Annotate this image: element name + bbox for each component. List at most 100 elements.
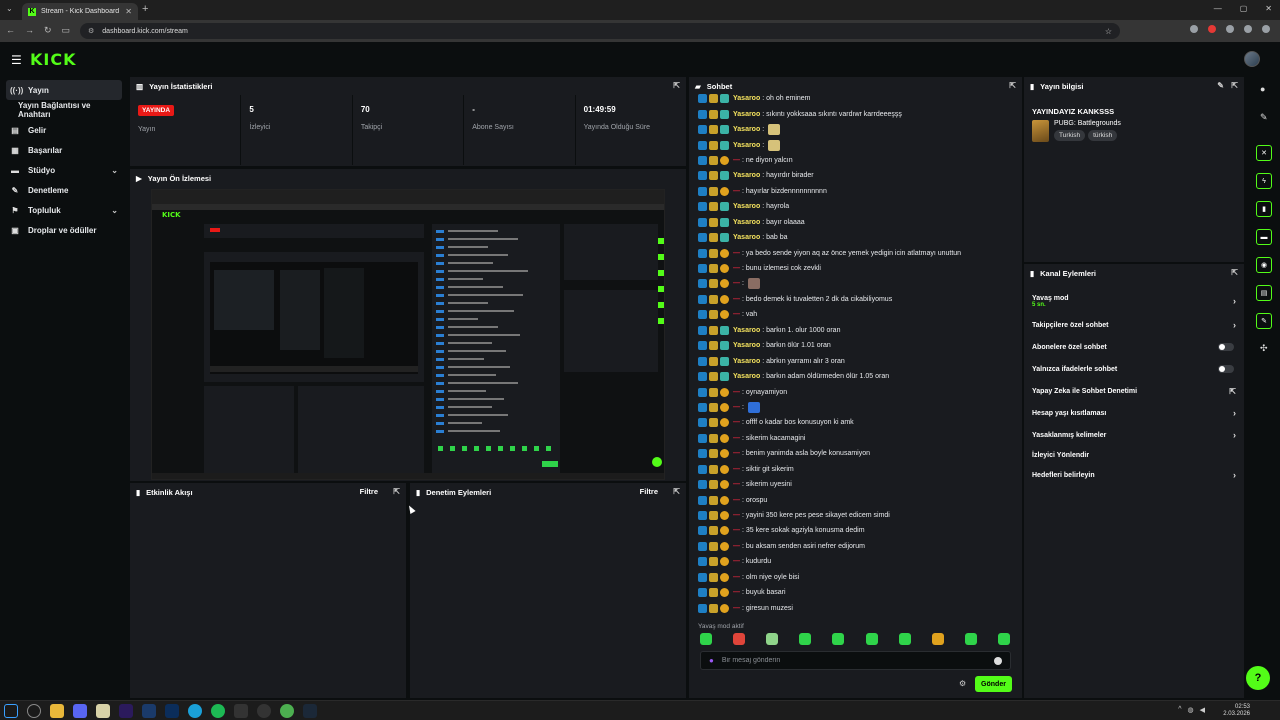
tool-button-4[interactable]: ▬ (1256, 229, 1272, 245)
chrome-icon[interactable] (280, 704, 294, 718)
kick-logo[interactable]: KICK (30, 50, 77, 69)
chat-username[interactable]: Yasaroo (733, 342, 760, 349)
chat-message[interactable]: —: sikerim kacamagini (698, 431, 1016, 446)
file-explorer-icon[interactable] (50, 704, 64, 718)
chat-username[interactable]: — (733, 512, 740, 519)
chat-username[interactable]: — (733, 250, 740, 257)
popout-icon[interactable]: ⇱ (1231, 81, 1238, 90)
chat-username[interactable]: — (733, 157, 740, 164)
tool-button-7[interactable]: ✎ (1256, 313, 1272, 329)
chat-message[interactable]: —: vah (698, 307, 1016, 322)
steam-icon[interactable] (303, 704, 317, 718)
chat-message[interactable]: —: yayini 350 kere pes pese sikayet edic… (698, 508, 1016, 523)
action-followers-only[interactable]: Takipçilere özel sohbet › (1024, 314, 1244, 336)
filter-button[interactable]: Filtre (640, 487, 658, 496)
app-icon[interactable] (96, 704, 110, 718)
chat-message[interactable]: Yasaroo: hayırdır birader (698, 168, 1016, 183)
chat-message[interactable]: —: buyuk basari (698, 585, 1016, 600)
tool-button-6[interactable]: ▤ (1256, 285, 1272, 301)
emote-icon[interactable] (766, 633, 779, 645)
emote-icon[interactable] (700, 633, 712, 645)
side-panel-icon[interactable]: ▭ (62, 25, 71, 36)
chat-message[interactable]: —: kudurdu (698, 554, 1016, 569)
chat-input-box[interactable]: ● (700, 651, 1011, 670)
menu-icon[interactable]: ☰ (11, 53, 22, 67)
chat-message[interactable]: Yasaroo: bayır olaaaa (698, 215, 1016, 230)
chat-message[interactable]: —: (698, 276, 1016, 291)
chat-message[interactable]: Yasaroo: barkın 1. olur 1000 oran (698, 323, 1016, 338)
popout-icon[interactable]: ⇱ (1231, 268, 1238, 277)
emoji-picker-icon[interactable] (994, 656, 1002, 665)
chat-message[interactable]: —: oynayamiyon (698, 384, 1016, 399)
action-slow-mode[interactable]: Yavaş mod 5 sn. › (1024, 288, 1244, 314)
avatar[interactable] (1244, 51, 1260, 67)
chat-username[interactable]: — (733, 435, 740, 442)
emotes-only-toggle[interactable] (1218, 365, 1234, 373)
chat-message[interactable]: —: olm niye oyle bisi (698, 570, 1016, 585)
chat-username[interactable]: Yasaroo (733, 358, 760, 365)
stream-preview-video[interactable]: KICK (151, 189, 665, 480)
chat-username[interactable]: — (733, 419, 740, 426)
sidebar-item-yayin[interactable]: ((·)) Yayın (6, 80, 122, 100)
chat-message[interactable]: —: ya bedo sende yiyon aq az önce yemek … (698, 245, 1016, 260)
extension-icon[interactable] (1208, 25, 1216, 33)
chat-username[interactable]: Yasaroo (733, 172, 760, 179)
chat-username[interactable]: — (733, 311, 740, 318)
chat-message[interactable]: —: (698, 400, 1016, 415)
chat-username[interactable]: — (733, 574, 740, 581)
chat-message[interactable]: —: ne diyon yalcın (698, 153, 1016, 168)
sidebar-item-gelir[interactable]: ▤ Gelir (0, 120, 128, 140)
chat-username[interactable]: Yasaroo (733, 373, 760, 380)
tool-button-1[interactable]: ✕ (1256, 145, 1272, 161)
action-banned-words[interactable]: Yasaklanmış kelimeler › (1024, 424, 1244, 446)
chat-message[interactable]: —: benim yanimda asla boyle konusamiyon (698, 446, 1016, 461)
chat-message[interactable]: Yasaroo: hayrola (698, 199, 1016, 214)
popout-icon[interactable]: ⇱ (673, 487, 680, 496)
reload-icon[interactable]: ↻ (44, 25, 52, 36)
network-icon[interactable]: ◍ (1188, 706, 1194, 714)
chat-username[interactable]: Yasaroo (733, 126, 760, 133)
photoshop-icon[interactable] (165, 704, 179, 718)
sidebar-item-stream-key[interactable]: Yayın Bağlantısı ve Anahtarı (0, 100, 128, 120)
new-tab-button[interactable]: + (142, 3, 148, 15)
chat-settings-gear-icon[interactable]: ⚙ (959, 679, 966, 688)
chat-username[interactable]: — (733, 543, 740, 550)
emote-icon[interactable] (997, 633, 1010, 645)
send-button[interactable]: Gönder (975, 676, 1012, 692)
emote-icon[interactable] (931, 633, 944, 645)
chat-username[interactable]: Yasaroo (733, 111, 760, 118)
chat-username[interactable]: — (733, 605, 740, 612)
puzzle-icon[interactable]: ✣ (1260, 343, 1268, 354)
chat-username[interactable]: Yasaroo (733, 203, 760, 210)
chat-username[interactable]: — (733, 589, 740, 596)
chat-username[interactable]: Yasaroo (733, 142, 760, 149)
app-icon[interactable] (234, 704, 248, 718)
help-chat-icon[interactable]: ? (1246, 666, 1270, 690)
app-icon[interactable] (142, 704, 156, 718)
action-subscribers-only[interactable]: Abonelere özel sohbet (1024, 336, 1244, 358)
chat-message[interactable]: Yasaroo: oh oh eminem (698, 91, 1016, 106)
tool-button-3[interactable]: ▮ (1256, 201, 1272, 217)
action-goals[interactable]: Hedefleri belirleyin › (1024, 464, 1244, 486)
chat-message[interactable]: —: bunu izlemesi cok zevkli (698, 261, 1016, 276)
chat-username[interactable]: — (733, 280, 740, 287)
extension-icon[interactable] (1244, 25, 1252, 33)
chat-username[interactable]: — (733, 497, 740, 504)
chat-message[interactable]: —: orospu (698, 492, 1016, 507)
mic-icon[interactable]: ● (709, 656, 714, 665)
volume-icon[interactable]: ◀ (1200, 706, 1205, 714)
subscribers-only-toggle[interactable] (1218, 343, 1234, 351)
popout-icon[interactable]: ⇱ (673, 81, 680, 90)
emote-icon[interactable] (799, 633, 812, 645)
chat-message[interactable]: —: giresun muzesi (698, 600, 1016, 615)
chat-message[interactable]: —: bedo demek ki tuvaletten 2 dk da cika… (698, 292, 1016, 307)
chat-username[interactable]: — (733, 481, 740, 488)
chat-username[interactable]: — (733, 265, 740, 272)
search-icon[interactable] (27, 704, 41, 718)
clock[interactable]: 02:53 2.03.2026 (1223, 704, 1250, 718)
close-window-icon[interactable]: ✕ (1265, 4, 1272, 13)
after-effects-icon[interactable] (119, 704, 133, 718)
popout-icon[interactable]: ⇱ (1009, 81, 1016, 90)
sidebar-item-basarilar[interactable]: ▦ Başarılar (0, 140, 128, 160)
chat-message[interactable]: —: siktir git sikerim (698, 462, 1016, 477)
